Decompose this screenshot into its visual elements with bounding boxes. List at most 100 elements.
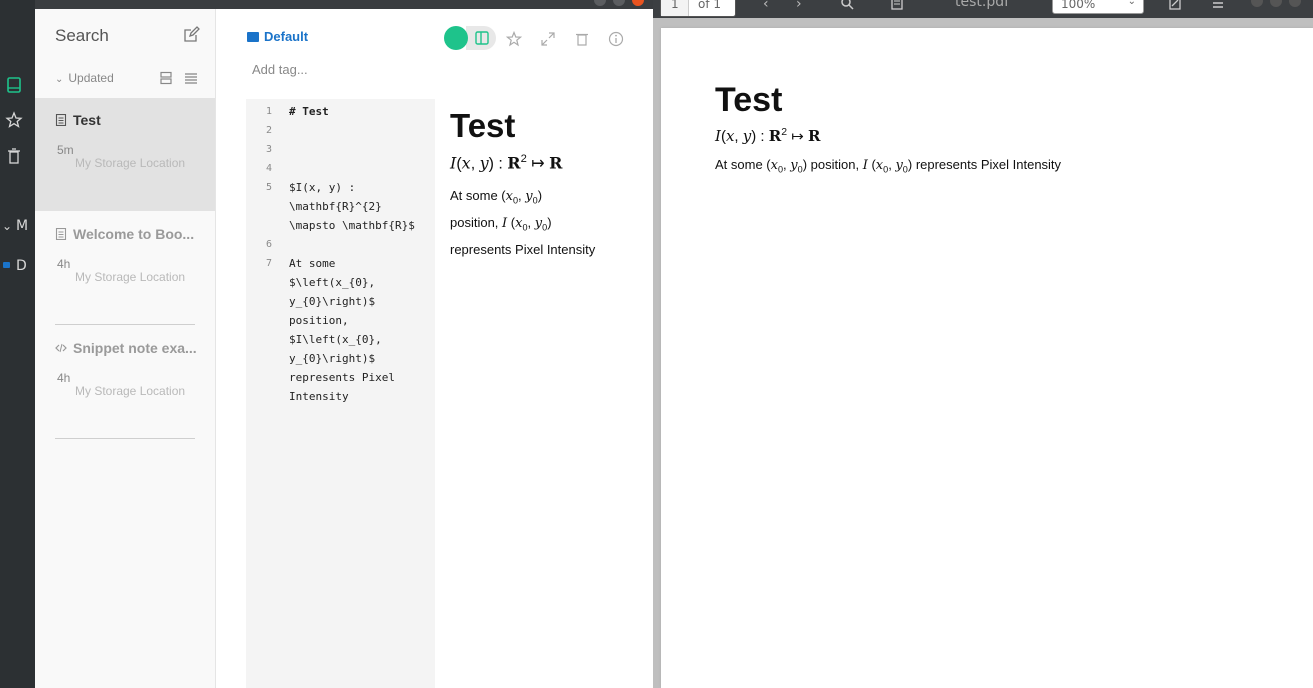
divider (55, 438, 195, 439)
markdown-preview: Test I(x, y) : R2 ↦ R At some (x0, y0) p… (450, 107, 645, 261)
code-line: \mathbf{R}^{2} (289, 200, 382, 213)
zoom-select[interactable]: 100% ⌄ (1052, 0, 1144, 14)
note-time: 4h (57, 257, 71, 271)
compact-view-icon[interactable] (184, 71, 198, 85)
folder-icon (247, 32, 259, 42)
code-line: At some (289, 257, 336, 270)
line-number: 1 (265, 106, 272, 117)
storage-label[interactable]: M (16, 218, 28, 234)
search-input[interactable]: Search (55, 26, 109, 46)
document-filename: test.pdf (955, 0, 1010, 10)
current-page: 1 (671, 0, 679, 11)
chevron-down-icon: ⌄ (55, 74, 64, 85)
chevron-down-icon: ⌄ (1127, 0, 1136, 7)
annotate-icon[interactable] (1168, 0, 1182, 11)
close-button[interactable] (1289, 0, 1301, 7)
pdf-paragraph: At some (x0, y0) position, I (x0, y0) re… (715, 157, 1062, 175)
code-line: $I\left(x_{0}, (289, 333, 382, 346)
note-location: My Storage Location (75, 384, 186, 398)
code-line: $I(x, y) : (289, 181, 356, 194)
sort-dropdown[interactable]: ⌄ Updated (55, 71, 114, 85)
document-icon (55, 228, 67, 240)
note-title-text: Welcome to Boo... (73, 226, 195, 242)
minimize-button[interactable] (594, 0, 606, 6)
note-time: 4h (57, 371, 71, 385)
preview-text: represents Pixel Intensity (450, 241, 596, 257)
code-line: # Test (289, 105, 329, 118)
sort-label: Updated (68, 71, 114, 85)
note-item[interactable]: Welcome to Boo... 4h My Storage Location (35, 212, 215, 325)
pdf-heading: Test (715, 81, 783, 119)
star-icon[interactable] (506, 31, 522, 47)
note-title: Snippet note exa... (55, 340, 210, 356)
fullscreen-icon[interactable] (540, 31, 556, 47)
new-note-icon[interactable] (183, 26, 200, 43)
pdf-text: position, (810, 157, 860, 172)
add-tag-input[interactable]: Add tag... (252, 62, 308, 77)
code-line: y_{0}\right)$ (289, 352, 376, 365)
minimize-button[interactable] (1251, 0, 1263, 7)
pdf-text: represents Pixel Intensity (915, 157, 1062, 172)
sidebar-toggle-icon[interactable] (890, 0, 904, 11)
note-title: Test (55, 112, 210, 128)
line-number: 2 (265, 125, 272, 136)
folder-name: Default (264, 29, 309, 44)
note-location: My Storage Location (75, 270, 186, 284)
code-line: y_{0}\right)$ (289, 295, 376, 308)
current-page-field[interactable]: 1 (661, 0, 689, 16)
star-icon[interactable] (5, 111, 23, 129)
preview-formula: I(x, y) : R2 ↦ R (450, 153, 563, 173)
pdf-toolbar: 1 of 1 ‹ › test.pdf 100% ⌄ (653, 0, 1313, 18)
menu-icon[interactable] (1211, 0, 1225, 11)
preview-paragraph: At some (x0, y0) position, I (x0, y0) re… (450, 188, 596, 257)
page-number-input[interactable]: 1 of 1 (660, 0, 736, 17)
split-view-icon (475, 31, 489, 45)
preview-text: At some (450, 188, 498, 204)
pdf-text: At some (715, 157, 763, 172)
note-item[interactable]: Test 5m My Storage Location (35, 98, 215, 211)
note-location: My Storage Location (75, 156, 186, 170)
note-list: Search ⌄ Updated Test 5m My Storage Locat… (35, 9, 216, 688)
code-line: position, (289, 314, 349, 327)
line-number: 5 (265, 182, 272, 193)
default-view-icon[interactable] (159, 71, 173, 85)
trash-icon[interactable] (574, 31, 590, 47)
preview-text: position, (450, 214, 499, 230)
chevron-down-icon[interactable]: ⌄ (2, 219, 12, 233)
code-icon (55, 343, 67, 353)
pdf-content: Test I(x, y) : R2 ↦ R At some (x0, y0) p… (715, 81, 1061, 175)
pdf-viewer-background (653, 18, 661, 688)
code-line: Intensity (289, 390, 349, 403)
maximize-button[interactable] (1270, 0, 1282, 7)
trash-icon[interactable] (5, 147, 23, 165)
code-line: $\left(x_{0}, (289, 276, 376, 289)
note-time: 5m (57, 143, 74, 157)
nav-rail: ⌄ M D (0, 0, 35, 688)
pdf-formula: I(x, y) : R2 ↦ R (715, 126, 821, 145)
note-title: Welcome to Boo... (55, 226, 210, 242)
line-number: 6 (265, 239, 272, 250)
line-number: 4 (265, 163, 272, 174)
info-icon[interactable] (608, 31, 624, 47)
maximize-button[interactable] (613, 0, 625, 6)
note-item[interactable]: Snippet note exa... 4h My Storage Locati… (35, 326, 215, 439)
note-title-text: Snippet note exa... (73, 340, 197, 356)
pdf-viewer-background (661, 18, 1313, 28)
document-icon (55, 114, 67, 126)
notes-icon[interactable] (5, 76, 23, 94)
folder-label[interactable]: D (16, 258, 27, 274)
code-editor[interactable]: 1 2 3 4 5 6 7 # Test $I(x, y) : \mathbf{… (246, 99, 435, 688)
folder-breadcrumb[interactable]: Default (247, 29, 308, 44)
search-icon[interactable] (840, 0, 854, 11)
next-page-icon[interactable]: › (796, 0, 802, 12)
previous-page-icon[interactable]: ‹ (763, 0, 769, 12)
zoom-value: 100% (1061, 0, 1096, 11)
code-line: represents Pixel (289, 371, 395, 384)
pdf-page[interactable]: Test I(x, y) : R2 ↦ R At some (x0, y0) p… (661, 28, 1313, 688)
split-view-button[interactable] (466, 26, 496, 50)
close-button[interactable] (632, 0, 644, 6)
line-number: 3 (265, 144, 272, 155)
preview-heading: Test (450, 107, 516, 144)
line-number: 7 (265, 258, 272, 269)
editor-mode-toggle[interactable] (444, 26, 468, 50)
